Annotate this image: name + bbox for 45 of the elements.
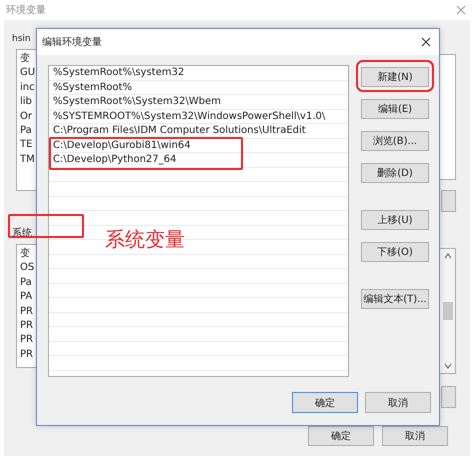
variable-name[interactable]: TE: [20, 138, 32, 153]
path-entry[interactable]: C:\Develop\Python27_64: [53, 154, 176, 166]
side-button[interactable]: 下移(O): [361, 242, 429, 262]
side-button[interactable]: 上移(U): [361, 210, 429, 230]
side-button[interactable]: 编辑(E): [361, 99, 429, 119]
close-icon[interactable]: [421, 37, 431, 47]
button-edge[interactable]: [441, 386, 456, 408]
side-button[interactable]: 删除(D): [361, 163, 429, 183]
variable-name[interactable]: PR: [20, 333, 33, 348]
variable-name[interactable]: 变: [20, 247, 30, 262]
variable-name[interactable]: PR: [20, 348, 33, 362]
side-button[interactable]: 浏览(B)...: [361, 131, 429, 151]
variable-name[interactable]: GU: [20, 66, 36, 81]
variable-name[interactable]: inc: [20, 80, 35, 96]
variable-name[interactable]: TM: [20, 152, 35, 168]
path-entry[interactable]: %SystemRoot%\System32\Wbem: [53, 96, 221, 108]
user-variables-label: hsin: [12, 34, 31, 44]
dialog-button[interactable]: 确定: [308, 426, 374, 446]
path-entry[interactable]: %SystemRoot%\system32: [53, 67, 184, 78]
variable-name[interactable]: PA: [20, 290, 32, 305]
dialog-button[interactable]: 确定: [292, 392, 358, 413]
path-entry[interactable]: %SystemRoot%: [53, 82, 132, 93]
variable-name[interactable]: Pa: [20, 124, 32, 138]
scroll-down-icon[interactable]: [444, 363, 452, 369]
side-button[interactable]: 编辑文本(T)...: [361, 289, 429, 309]
variable-name[interactable]: PR: [20, 304, 33, 320]
path-entry[interactable]: %SYSTEMROOT%\System32\WindowsPowerShell\v1.0\: [53, 110, 326, 122]
dialog-title: 编辑环境变量: [42, 36, 102, 49]
variable-name[interactable]: lib: [20, 95, 32, 110]
button-edge[interactable]: [441, 190, 456, 212]
path-entry[interactable]: C:\Program Files\IDM Computer Solutions\UltraEdit: [53, 125, 306, 136]
variable-name[interactable]: Or: [20, 110, 32, 124]
variable-name[interactable]: OS: [20, 261, 34, 276]
scroll-thumb[interactable]: [443, 302, 453, 320]
variable-name[interactable]: 变: [20, 52, 30, 66]
window-title: 环境变量: [6, 4, 46, 17]
dialog-button[interactable]: 取消: [382, 426, 448, 446]
variable-name[interactable]: PR: [20, 319, 33, 334]
annotation-text: 系统变量: [105, 226, 185, 253]
path-entry[interactable]: C:\Develop\Gurobi81\win64: [53, 140, 191, 151]
variable-name[interactable]: Pa: [20, 276, 32, 290]
dialog-button[interactable]: 取消: [365, 392, 431, 413]
scroll-up-icon[interactable]: [444, 253, 452, 259]
side-button[interactable]: 新建(N): [361, 67, 429, 87]
scrollbar[interactable]: [441, 249, 455, 373]
